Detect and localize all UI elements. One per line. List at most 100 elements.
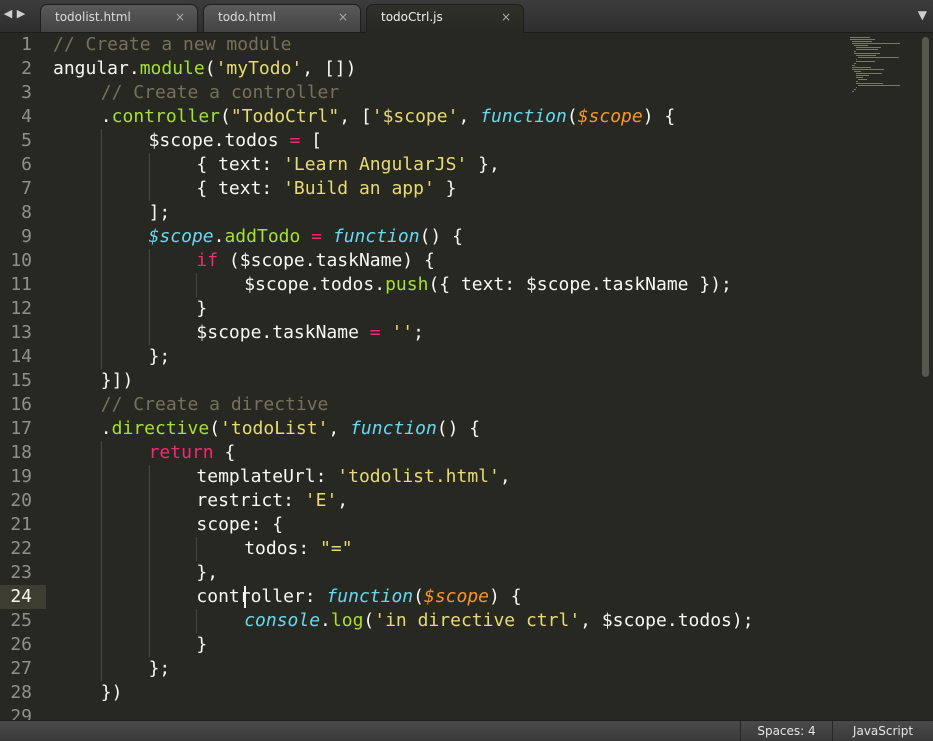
minimap-line — [852, 91, 854, 92]
code-line[interactable]: }) — [101, 681, 123, 705]
close-icon[interactable]: × — [501, 5, 511, 29]
code-token: templateUrl: — [196, 466, 338, 487]
code-token: module — [139, 58, 205, 79]
code-token: // Create a new module — [53, 34, 292, 55]
indent-guide — [148, 465, 150, 657]
minimap[interactable] — [850, 37, 916, 97]
code-line[interactable]: restrict: 'E', — [196, 489, 348, 513]
minimap-line — [856, 59, 857, 60]
syntax-selector[interactable]: JavaScript — [832, 721, 933, 741]
code-token: // Create a controller — [100, 82, 340, 103]
code-token: } — [434, 178, 457, 199]
code-line[interactable]: todos: "=" — [244, 537, 352, 561]
code-line[interactable]: templateUrl: 'todolist.html', — [196, 465, 510, 489]
tab-todolist-html[interactable]: todolist.html × — [40, 4, 198, 32]
line-number: 29 — [10, 706, 32, 720]
indent-guide — [196, 609, 198, 633]
line-number: 6 — [21, 154, 32, 175]
minimap-line — [854, 53, 881, 54]
code-token: = — [289, 130, 301, 151]
code-token: $scope — [577, 106, 643, 127]
close-icon[interactable]: × — [338, 5, 348, 29]
line-number: 3 — [21, 82, 32, 103]
minimap-line — [856, 87, 857, 88]
indent-guide — [100, 441, 102, 681]
code-editor[interactable]: 1 2 3 4 5 6 7 8 9 10 11 12 13 14 15 16 17 18 19 20 21 22 23 24 2… — [0, 33, 933, 720]
indent-guide — [148, 153, 150, 201]
line-number: 15 — [10, 370, 32, 391]
code-line[interactable]: ]; — [149, 201, 171, 225]
close-icon[interactable]: × — [175, 5, 185, 29]
minimap-line — [856, 49, 878, 50]
code-line[interactable]: // Create a controller — [101, 81, 339, 105]
code-line[interactable]: // Create a directive — [101, 393, 329, 417]
code-line[interactable]: }]) — [101, 369, 134, 393]
code-token: { — [213, 442, 236, 463]
code-line[interactable]: $scope.todos = [ — [149, 129, 322, 153]
code-token: }, — [196, 562, 219, 583]
code-line[interactable]: scope: { — [196, 513, 283, 537]
code-line[interactable]: }; — [149, 657, 171, 681]
code-token: ]; — [148, 202, 171, 223]
code-area[interactable]: // Create a new module angular.module('my… — [53, 33, 853, 720]
code-token: 'myTodo' — [215, 58, 303, 79]
tab-label: todolist.html — [55, 10, 131, 24]
minimap-line — [858, 57, 899, 58]
tab-todo-html[interactable]: todo.html × — [203, 4, 361, 32]
code-token: $scope.taskName — [196, 322, 370, 343]
code-token: scope: { — [196, 514, 284, 535]
indentation-setting[interactable]: Spaces: 4 — [740, 721, 832, 741]
minimap-line — [856, 55, 876, 56]
code-line[interactable]: $scope.addTodo = function() { — [149, 225, 463, 249]
code-line[interactable]: .directive('todoList', function() { — [101, 417, 480, 441]
code-line[interactable]: { text: 'Build an app' } — [196, 177, 456, 201]
line-number: 25 — [10, 610, 32, 631]
code-token: ( — [413, 586, 424, 607]
code-token: 'Build an app' — [283, 178, 435, 199]
code-token: , — [328, 418, 351, 439]
code-token: ; — [413, 322, 424, 343]
minimap-line — [854, 89, 856, 90]
code-token: console — [244, 610, 321, 631]
minimap-line — [850, 39, 876, 40]
code-token: $scope — [148, 226, 214, 247]
tab-scroll-right-icon[interactable]: ▶ — [15, 8, 27, 20]
minimap-line — [856, 61, 875, 62]
code-token: () { — [419, 226, 463, 247]
code-line[interactable]: } — [196, 633, 207, 657]
code-line[interactable]: $scope.taskName = ''; — [196, 321, 424, 345]
code-line[interactable]: } — [196, 297, 207, 321]
minimap-line — [856, 75, 869, 76]
code-line[interactable]: { text: 'Learn AngularJS' }, — [196, 153, 499, 177]
tab-menu-chevron-down-icon[interactable]: ▼ — [918, 8, 927, 22]
tab-scroll-left-icon[interactable]: ◀ — [2, 8, 14, 20]
code-line[interactable]: console.log('in directive ctrl', $scope.… — [244, 609, 753, 633]
line-number: 13 — [10, 322, 32, 343]
code-line[interactable]: }; — [149, 345, 171, 369]
line-number: 4 — [21, 106, 32, 127]
code-line[interactable]: // Create a new module — [53, 33, 291, 57]
code-token: $scope.todos — [148, 130, 290, 151]
code-line[interactable]: $scope.todos.push({ text: $scope.taskNam… — [244, 273, 732, 297]
code-line[interactable]: if ($scope.taskName) { — [196, 249, 434, 273]
code-token: ($scope.taskName) { — [218, 250, 435, 271]
code-line[interactable]: return { — [149, 441, 236, 465]
code-token: }) — [100, 682, 123, 703]
code-line[interactable]: }, — [196, 561, 218, 585]
code-line[interactable]: .controller("TodoCtrl", ['$scope', funct… — [101, 105, 675, 129]
code-token: controller: — [196, 586, 327, 607]
status-bar: Spaces: 4 JavaScript — [0, 720, 933, 741]
vertical-scrollbar[interactable] — [919, 33, 933, 720]
tab-todoctrl-js[interactable]: todoCtrl.js × — [366, 4, 524, 33]
code-token: function — [326, 586, 414, 607]
scrollbar-thumb[interactable] — [922, 37, 929, 377]
code-token: '' — [391, 322, 414, 343]
line-number: 14 — [10, 346, 32, 367]
code-token: if — [196, 250, 219, 271]
code-line[interactable]: angular.module('myTodo', []) — [53, 57, 356, 81]
code-token: }]) — [100, 370, 134, 391]
code-token: angular. — [53, 58, 140, 79]
line-number: 17 — [10, 418, 32, 439]
code-token: } — [196, 634, 208, 655]
